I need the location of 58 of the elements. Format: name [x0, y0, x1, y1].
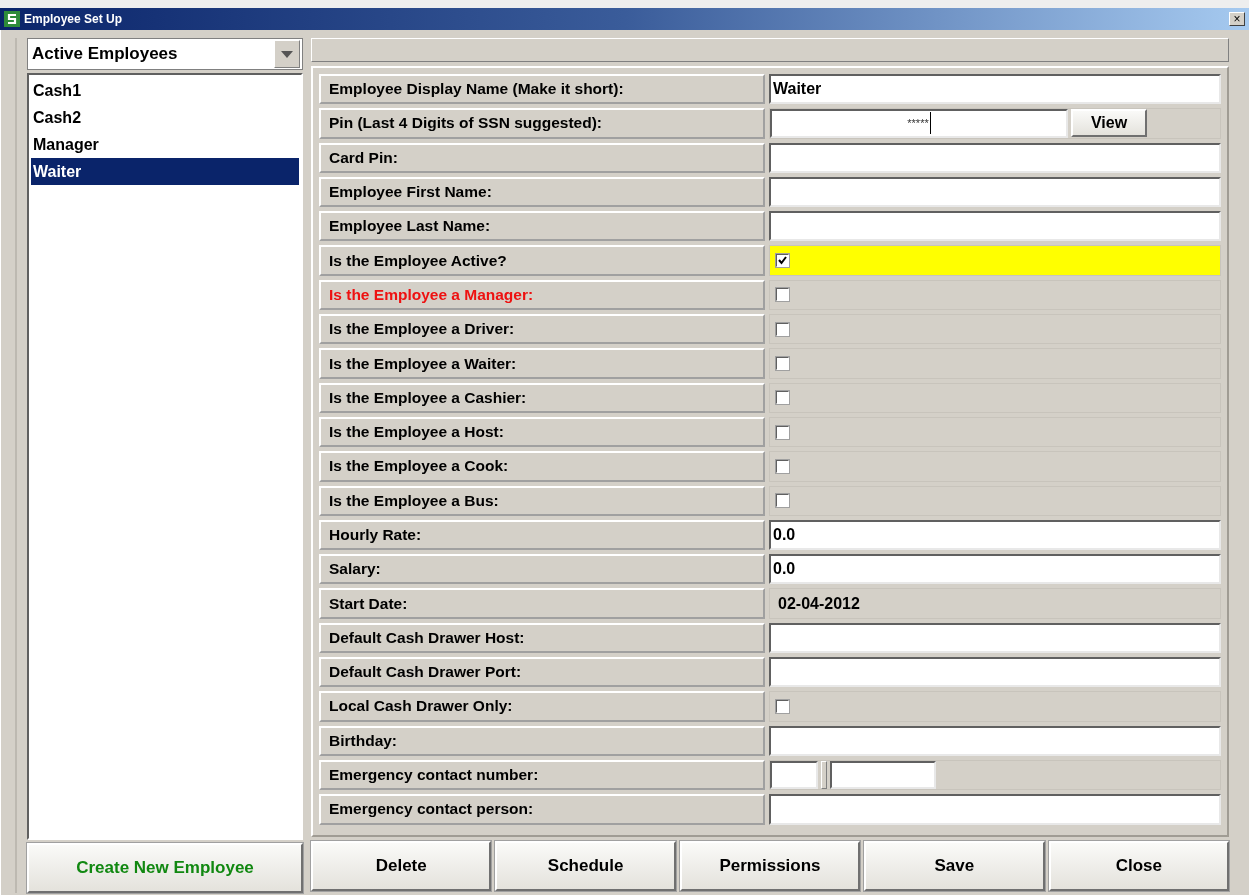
field-label: Is the Employee a Bus: — [319, 485, 765, 516]
action-button[interactable]: Schedule — [495, 841, 676, 891]
action-button[interactable]: Permissions — [679, 841, 861, 891]
area-code-field[interactable] — [770, 760, 818, 790]
pin-field[interactable]: ***** — [770, 109, 1068, 138]
field-label: Start Date: — [319, 588, 765, 619]
field-label: Salary: — [319, 554, 765, 585]
field-label: Is the Employee a Cook: — [319, 451, 765, 482]
field-label: Emergency contact number: — [319, 759, 765, 791]
checkbox[interactable] — [776, 425, 789, 439]
text-field[interactable]: 0.0 — [769, 519, 1221, 551]
window-title: Employee Set Up — [24, 12, 124, 26]
field-label: Hourly Rate: — [319, 519, 765, 551]
field-label: Employee Display Name (Make it short): — [319, 74, 765, 105]
field-label: Birthday: — [319, 725, 765, 756]
checkbox[interactable] — [776, 322, 789, 336]
field-splitter[interactable] — [821, 760, 827, 790]
field-label: Is the Employee Active? — [319, 245, 765, 276]
checkbox[interactable] — [776, 288, 789, 302]
action-button[interactable]: Save — [864, 841, 1045, 891]
field-label: Is the Employee a Manager: — [319, 279, 765, 311]
phone-number-field[interactable] — [830, 760, 936, 790]
employee-filter-dropdown[interactable]: Active Employees — [27, 38, 303, 70]
text-field[interactable] — [769, 176, 1221, 208]
checkbox[interactable] — [776, 459, 789, 473]
field-label: Default Cash Drawer Port: — [319, 657, 765, 688]
text-field[interactable] — [769, 657, 1221, 688]
close-button[interactable]: × — [1229, 12, 1245, 26]
start-date: 02-04-2012 — [777, 594, 860, 613]
text-field[interactable] — [769, 725, 1221, 756]
text-field[interactable]: Waiter — [769, 74, 1221, 105]
text-field[interactable] — [769, 142, 1221, 173]
field-label: Is the Employee a Host: — [319, 416, 765, 448]
checkbox[interactable] — [776, 391, 789, 405]
view-button[interactable]: View — [1071, 109, 1147, 138]
employee-item[interactable]: Waiter — [31, 158, 299, 185]
field-label: Pin (Last 4 Digits of SSN suggested): — [319, 108, 765, 139]
text-field[interactable] — [769, 211, 1221, 242]
action-button[interactable]: Delete — [311, 841, 492, 891]
field-label: Card Pin: — [319, 142, 765, 173]
checkbox[interactable] — [776, 254, 789, 268]
app-logo-icon — [4, 11, 20, 27]
text-field[interactable] — [769, 794, 1221, 825]
field-label: Employee First Name: — [319, 176, 765, 208]
field-label: Emergency contact person: — [319, 794, 765, 825]
checkbox[interactable] — [776, 494, 789, 508]
field-label: Is the Employee a Driver: — [319, 314, 765, 345]
checkbox[interactable] — [776, 357, 789, 370]
field-label: Is the Employee a Cashier: — [319, 382, 765, 413]
text-field[interactable]: 0.0 — [769, 554, 1221, 585]
create-employee-button[interactable]: Create New Employee — [27, 843, 303, 893]
action-button[interactable]: Close — [1048, 841, 1229, 891]
field-label: Local Cash Drawer Only: — [319, 691, 765, 722]
text-field[interactable] — [769, 622, 1221, 654]
field-label: Employee Last Name: — [319, 211, 765, 242]
checkbox[interactable] — [776, 700, 789, 713]
field-label: Is the Employee a Waiter: — [319, 348, 765, 379]
field-label: Default Cash Drawer Host: — [319, 622, 765, 654]
